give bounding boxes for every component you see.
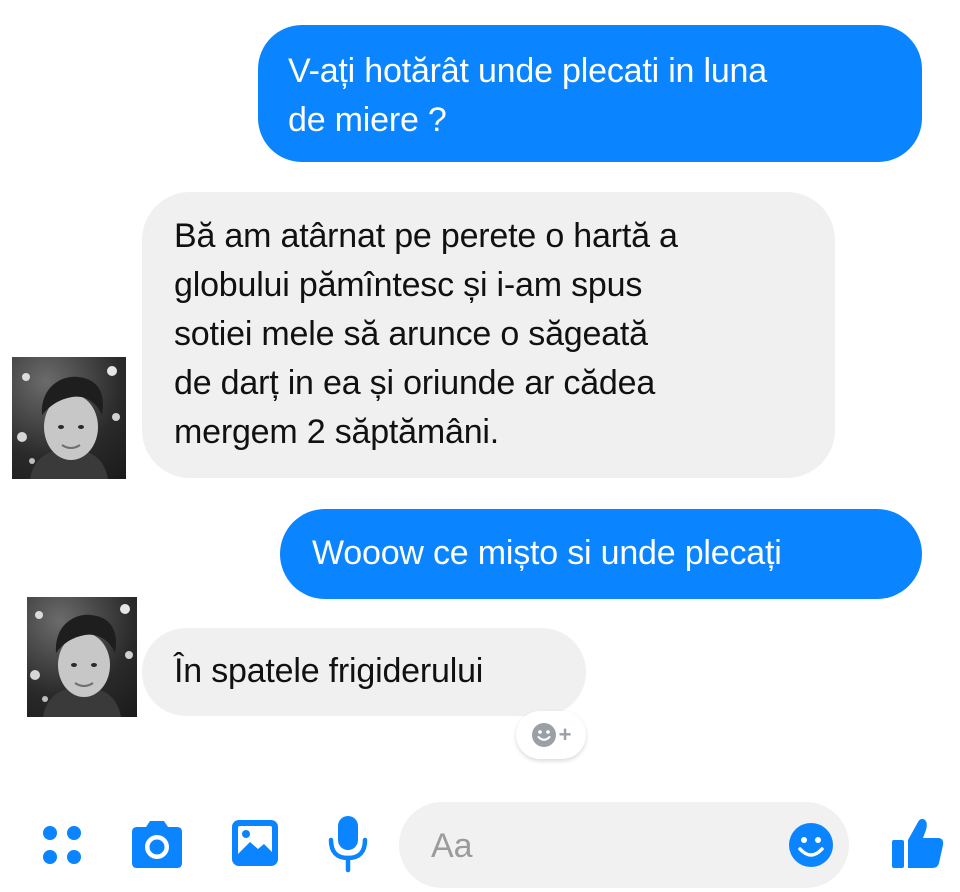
microphone-icon[interactable] — [326, 814, 370, 874]
message-line: V-ați hotărât unde plecati in luna — [288, 52, 767, 90]
avatar[interactable] — [27, 597, 137, 717]
emoji-icon[interactable] — [787, 821, 835, 869]
apps-grid-icon[interactable] — [38, 820, 88, 870]
reaction-plus: + — [558, 722, 572, 747]
person-portrait-icon — [30, 604, 133, 717]
thumbs-up-icon[interactable] — [888, 814, 946, 872]
message-line: mergem 2 săptămâni. — [174, 413, 500, 451]
message-line: Bă am atârnat pe perete o hartă a — [174, 217, 678, 255]
message-line: de darț in ea și oriunde ar cădea — [174, 364, 656, 402]
message-outgoing[interactable]: V-ați hotărât unde plecati in luna de mi… — [258, 25, 922, 162]
add-reaction-button[interactable]: + — [516, 711, 586, 759]
smiley-add-icon — [531, 723, 556, 747]
message-line: globului pămîntesc și i-am spus — [174, 266, 643, 304]
message-line: sotiei mele să arunce o săgeată — [174, 315, 648, 353]
message-composer[interactable] — [399, 802, 849, 888]
camera-icon[interactable] — [128, 818, 186, 872]
avatar[interactable] — [12, 357, 126, 479]
message-outgoing[interactable]: Wooow ce mișto si unde plecați — [280, 509, 922, 599]
person-portrait-icon — [17, 366, 120, 479]
message-line: Wooow ce mișto si unde plecați — [312, 534, 782, 572]
message-line: În spatele frigiderului — [174, 652, 484, 690]
message-incoming[interactable]: Bă am atârnat pe perete o hartă a globul… — [142, 192, 835, 478]
message-line: de miere ? — [288, 101, 447, 139]
message-input[interactable] — [429, 820, 763, 872]
message-incoming[interactable]: În spatele frigiderului — [142, 628, 586, 716]
gallery-icon[interactable] — [230, 818, 280, 868]
